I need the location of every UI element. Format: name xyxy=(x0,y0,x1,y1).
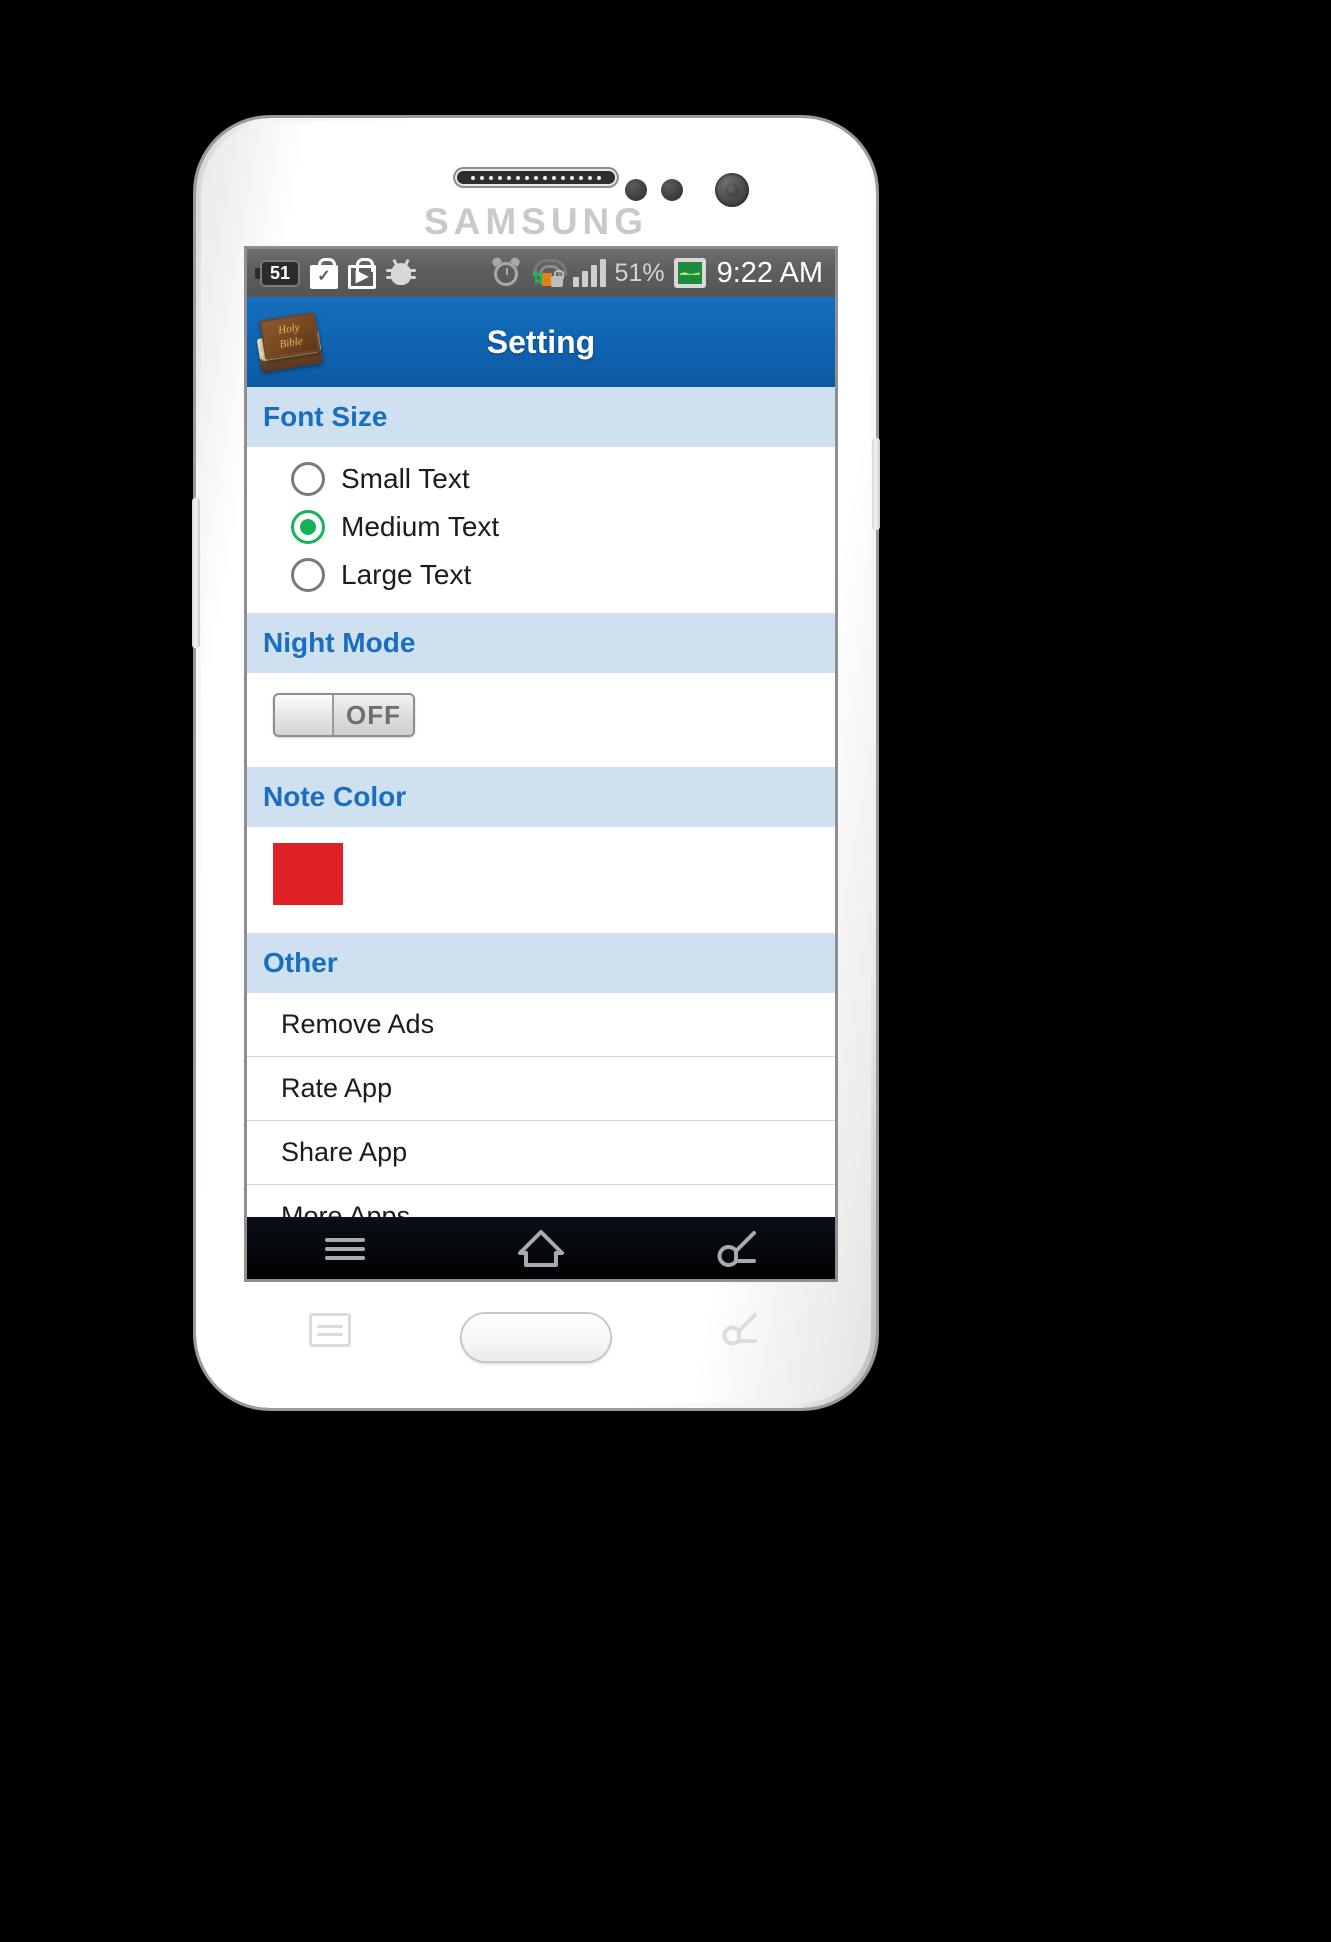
toggle-knob[interactable] xyxy=(275,695,334,735)
sync-lock-icon: ⇅ xyxy=(530,259,567,287)
section-body-other: Remove Ads Rate App Share App More Apps xyxy=(247,993,835,1248)
radio-label-medium-text: Medium Text xyxy=(341,511,500,542)
battery-saver-icon: 51 xyxy=(255,259,300,287)
status-bar-left-icons: 51 ✓ ▶ xyxy=(247,257,416,289)
app-action-bar: Holy Bible Setting xyxy=(247,297,835,387)
brand-logo: SAMSUNG xyxy=(423,201,649,242)
radio-label-small-text: Small Text xyxy=(341,463,470,494)
play-store-update-icon: ✓ xyxy=(310,257,338,289)
play-store-icon: ▶ xyxy=(348,257,376,289)
section-header-night-mode: Night Mode xyxy=(247,613,835,673)
android-status-bar: 51 ✓ ▶ ⇅ 51% 9:22 AM xyxy=(247,249,835,297)
night-mode-toggle[interactable]: OFF xyxy=(273,693,415,737)
settings-content: Font Size Small Text Medium Text Large T… xyxy=(247,387,835,1248)
battery-percent-label: 51% xyxy=(614,258,665,287)
alarm-icon xyxy=(490,256,521,288)
radio-small-text-icon[interactable] xyxy=(291,462,325,496)
android-navigation-bar xyxy=(247,1217,835,1279)
radio-label-large-text: Large Text xyxy=(341,559,472,590)
list-item-share-app[interactable]: Share App xyxy=(247,1121,835,1185)
proximity-sensor-icon xyxy=(625,179,647,201)
status-bar-clock: 9:22 AM xyxy=(716,256,823,289)
section-header-other: Other xyxy=(247,933,835,993)
section-body-note-color xyxy=(247,827,835,933)
radio-option-small-text[interactable]: Small Text xyxy=(247,455,835,503)
signal-bars-icon xyxy=(572,259,606,287)
radio-option-medium-text[interactable]: Medium Text xyxy=(247,503,835,551)
menu-key-icon[interactable] xyxy=(309,1313,351,1347)
page-title: Setting xyxy=(486,323,596,360)
note-color-swatch[interactable] xyxy=(273,843,343,905)
section-body-night-mode: OFF xyxy=(247,673,835,767)
back-icon[interactable] xyxy=(710,1227,764,1269)
speaker-grille xyxy=(455,169,617,186)
volume-button[interactable] xyxy=(192,498,200,648)
home-icon[interactable] xyxy=(514,1227,568,1269)
menu-icon[interactable] xyxy=(318,1227,372,1269)
radio-large-text-icon[interactable] xyxy=(291,558,325,592)
debug-bug-icon xyxy=(386,258,416,287)
phone-front-panel: SAMSUNG 51 ✓ ▶ ⇅ 51% 9:22 AM Holy Bible … xyxy=(201,123,871,1403)
radio-medium-text-icon[interactable] xyxy=(291,510,325,544)
toggle-state-label: OFF xyxy=(334,695,413,735)
stocks-graph-icon xyxy=(673,258,706,288)
light-sensor-icon xyxy=(661,179,683,201)
power-button[interactable] xyxy=(872,438,880,530)
status-bar-right-icons: ⇅ 51% 9:22 AM xyxy=(490,256,835,290)
home-key-button[interactable] xyxy=(462,1314,610,1361)
section-header-font-size: Font Size xyxy=(247,387,835,447)
phone-device: SAMSUNG 51 ✓ ▶ ⇅ 51% 9:22 AM Holy Bible … xyxy=(192,118,880,1408)
section-body-font-size: Small Text Medium Text Large Text xyxy=(247,447,835,613)
radio-option-large-text[interactable]: Large Text xyxy=(247,551,835,599)
list-item-remove-ads[interactable]: Remove Ads xyxy=(247,993,835,1057)
list-item-rate-app[interactable]: Rate App xyxy=(247,1057,835,1121)
back-key-icon[interactable] xyxy=(721,1311,765,1349)
phone-screen: 51 ✓ ▶ ⇅ 51% 9:22 AM Holy Bible Setting … xyxy=(247,249,835,1279)
section-header-note-color: Note Color xyxy=(247,767,835,827)
